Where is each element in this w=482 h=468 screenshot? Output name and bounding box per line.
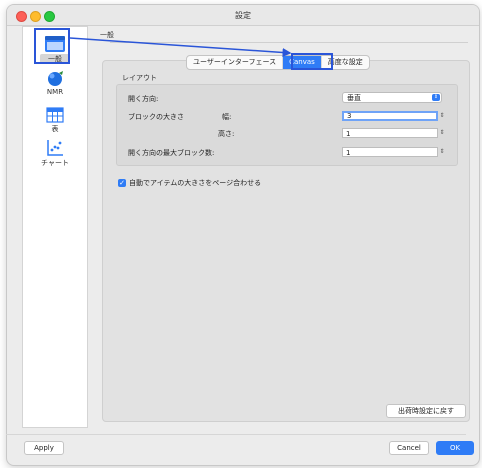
sidebar: 一般 NMR 表 チャート bbox=[22, 26, 88, 428]
height-input[interactable]: 1 bbox=[342, 128, 438, 138]
open-direction-label: 開く方向: bbox=[128, 95, 159, 103]
height-stepper[interactable]: ⇕ bbox=[439, 128, 445, 138]
max-blocks-input[interactable]: 1 bbox=[342, 147, 438, 157]
section-title: 一般 bbox=[100, 31, 114, 39]
sidebar-item-label: NMR bbox=[46, 88, 64, 96]
divider bbox=[110, 42, 468, 43]
sidebar-item-nmr[interactable]: NMR bbox=[23, 71, 87, 96]
tab-bar: ユーザーインターフェース Canvas 高度な設定 bbox=[186, 55, 370, 70]
chevron-updown-icon: ⇕ bbox=[432, 94, 440, 101]
nmr-icon bbox=[48, 71, 63, 86]
auto-fit-label: 自動でアイテムの大きさをページ合わせる bbox=[129, 179, 262, 187]
table-icon bbox=[46, 107, 64, 123]
tab-user-interface[interactable]: ユーザーインターフェース bbox=[187, 56, 284, 69]
title-bar: 設定 bbox=[7, 5, 479, 26]
apply-button[interactable]: Apply bbox=[24, 441, 64, 455]
block-size-label: ブロックの大きさ bbox=[128, 113, 184, 121]
sidebar-item-table[interactable]: 表 bbox=[23, 107, 87, 134]
divider bbox=[6, 434, 466, 435]
sidebar-item-chart[interactable]: チャート bbox=[23, 139, 87, 168]
height-label: 高さ: bbox=[218, 130, 235, 138]
auto-fit-checkbox[interactable]: ✓ bbox=[118, 179, 126, 187]
max-blocks-label: 開く方向の最大ブロック数: bbox=[128, 149, 215, 157]
sidebar-item-label: チャート bbox=[41, 159, 69, 167]
cancel-button[interactable]: Cancel bbox=[389, 441, 429, 455]
reset-defaults-button[interactable]: 出荷時設定に戻す bbox=[386, 404, 466, 418]
max-blocks-stepper[interactable]: ⇕ bbox=[439, 147, 445, 157]
annotation-box-canvas-tab bbox=[291, 53, 333, 70]
annotation-box-general bbox=[34, 28, 70, 64]
layout-group-label: レイアウト bbox=[122, 74, 157, 82]
open-direction-select[interactable]: 垂直 ⇕ bbox=[342, 92, 442, 103]
window-title: 設定 bbox=[235, 11, 251, 20]
width-stepper[interactable]: ⇕ bbox=[439, 111, 445, 121]
sidebar-item-label: 表 bbox=[51, 125, 59, 133]
width-input[interactable]: 3 bbox=[342, 111, 438, 121]
chart-icon bbox=[47, 140, 63, 156]
ok-button[interactable]: OK bbox=[436, 441, 474, 455]
width-label: 幅: bbox=[222, 113, 232, 121]
open-direction-value: 垂直 bbox=[347, 94, 361, 102]
